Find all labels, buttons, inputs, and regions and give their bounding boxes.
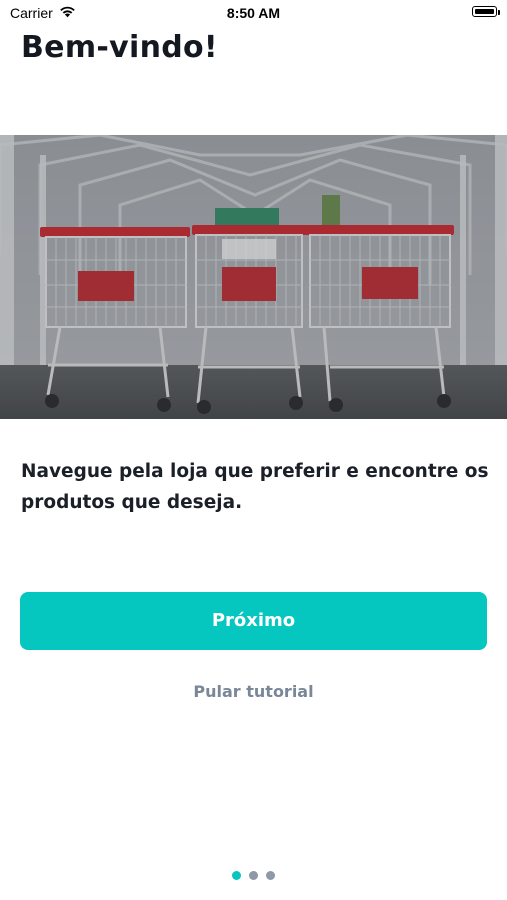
shopping-carts-photo — [0, 135, 507, 419]
status-bar: Carrier 8:50 AM — [0, 0, 507, 28]
page-dot-2[interactable] — [249, 871, 258, 880]
status-time: 8:50 AM — [226, 5, 281, 21]
page-indicator — [0, 871, 507, 880]
next-button[interactable]: Próximo — [20, 592, 487, 650]
status-right — [472, 6, 500, 17]
hero-image — [0, 135, 507, 419]
onboarding-description: Navegue pela loja que preferir e encontr… — [21, 461, 489, 513]
skip-tutorial-link[interactable]: Pular tutorial — [0, 682, 507, 701]
page-dot-1[interactable] — [232, 871, 241, 880]
page-dot-3[interactable] — [266, 871, 275, 880]
battery-fill — [474, 8, 494, 14]
page-title: Bem-vindo! — [21, 30, 218, 65]
battery-icon — [472, 6, 500, 17]
